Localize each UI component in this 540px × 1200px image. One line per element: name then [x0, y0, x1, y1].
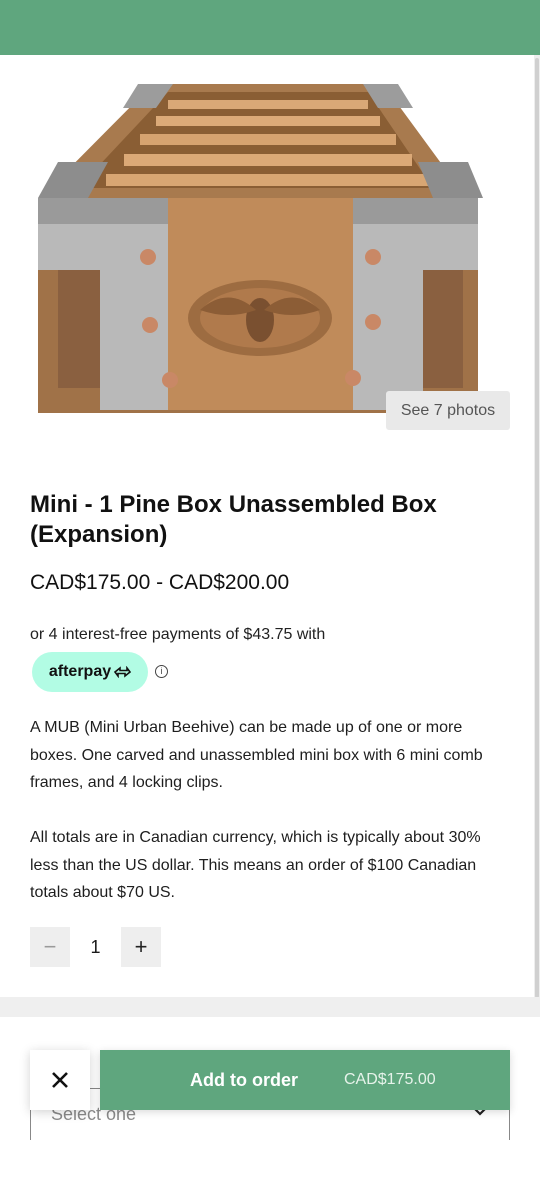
- product-price-range: CAD$175.00 - CAD$200.00: [30, 571, 290, 594]
- description-paragraph-2: All totals are in Canadian currency, whi…: [30, 829, 481, 901]
- section-divider: [0, 997, 540, 1017]
- beehive-box-image: [38, 84, 483, 413]
- add-to-order-button[interactable]: Add to order CAD$175.00: [100, 1050, 510, 1110]
- quantity-decrement-button[interactable]: −: [30, 927, 70, 967]
- top-app-bar: [0, 0, 540, 55]
- installment-text: or 4 interest-free payments of $43.75 wi…: [30, 626, 326, 643]
- bottom-spacer: [0, 1140, 540, 1200]
- description-paragraph-1: A MUB (Mini Urban Beehive) can be made u…: [30, 719, 483, 791]
- close-button[interactable]: [30, 1050, 90, 1110]
- quantity-value: 1: [90, 936, 101, 957]
- scrollbar-thumb[interactable]: [535, 58, 539, 998]
- product-photo[interactable]: [28, 70, 498, 430]
- product-title: Mini - 1 Pine Box Unassembled Box (Expan…: [30, 491, 437, 548]
- info-icon[interactable]: i: [155, 665, 168, 678]
- add-to-order-price: CAD$175.00: [344, 1071, 436, 1088]
- close-icon: [52, 1072, 68, 1088]
- afterpay-arrows-icon: [114, 666, 132, 678]
- afterpay-label: afterpay: [48, 663, 112, 680]
- quantity-increment-button[interactable]: +: [121, 927, 161, 967]
- see-all-photos-button[interactable]: See 7 photos: [386, 391, 510, 430]
- add-to-order-label: Add to order: [190, 1069, 298, 1090]
- afterpay-badge[interactable]: afterpay: [32, 652, 148, 692]
